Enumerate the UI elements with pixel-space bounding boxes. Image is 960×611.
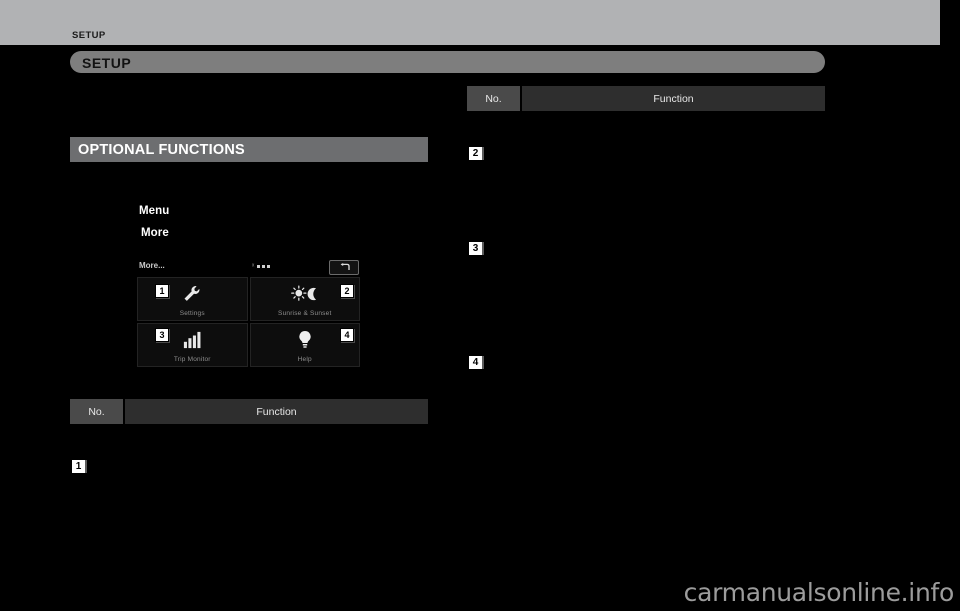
running-head-band: SETUP xyxy=(0,0,940,45)
figure-callout-4: 4 xyxy=(340,328,354,342)
sun-moon-icon xyxy=(290,281,320,307)
right-column: No. Function 2 3 4 xyxy=(467,85,825,585)
device-tile-grid: Settings Sunrise & Sunset Trip Monitor H… xyxy=(137,277,360,367)
section-heading-label: OPTIONAL FUNCTIONS xyxy=(78,142,245,158)
device-tile-label: Trip Monitor xyxy=(173,356,211,363)
bar-chart-icon xyxy=(182,327,202,353)
device-tile-settings[interactable]: Settings xyxy=(137,277,248,321)
device-screen-title: More... xyxy=(139,261,165,270)
left-table-header-function: Function xyxy=(125,399,428,424)
page-indicator: ˣ xyxy=(252,263,271,270)
chapter-title-pill: SETUP xyxy=(70,51,825,73)
right-table-header-no: No. xyxy=(467,86,520,111)
wrench-icon xyxy=(182,281,202,307)
right-table-row-number-4: 4 xyxy=(469,356,482,369)
right-table-row-number-2: 2 xyxy=(469,147,482,160)
page-indicator-dot xyxy=(262,265,266,268)
device-back-button[interactable] xyxy=(329,260,359,275)
lightbulb-icon xyxy=(297,327,313,353)
figure-callout-2: 2 xyxy=(340,284,354,298)
page-indicator-dot xyxy=(257,265,261,268)
device-screenshot-figure: More... ˣ Settings Sunrise & Sunset Trip… xyxy=(134,258,363,386)
running-head-label: SETUP xyxy=(72,30,106,41)
left-column: OPTIONAL FUNCTIONS Menu More More... ˣ S… xyxy=(70,85,428,585)
left-table-header-no: No. xyxy=(70,399,123,424)
site-watermark: carmanualsonline.info xyxy=(683,578,955,607)
right-table-header-function: Function xyxy=(522,86,825,111)
body-term-menu: Menu xyxy=(139,205,170,217)
body-term-more: More xyxy=(141,227,169,239)
page-indicator-dot xyxy=(267,265,271,268)
back-arrow-icon xyxy=(340,263,350,270)
device-tile-label: Sunrise & Sunset xyxy=(278,310,332,317)
figure-callout-3: 3 xyxy=(155,328,169,342)
device-tile-trip-monitor[interactable]: Trip Monitor xyxy=(137,323,248,367)
left-table-row-number-1: 1 xyxy=(72,460,85,473)
device-status-bar: More... ˣ xyxy=(134,258,363,276)
chapter-title-label: SETUP xyxy=(82,55,132,71)
device-tile-label: Help xyxy=(297,356,312,363)
figure-callout-1: 1 xyxy=(155,284,169,298)
section-heading-bar: OPTIONAL FUNCTIONS xyxy=(70,137,428,162)
right-table-header: No. Function xyxy=(467,86,825,111)
device-tile-label: Settings xyxy=(179,310,205,317)
left-table-header: No. Function xyxy=(70,399,428,424)
right-table-row-number-3: 3 xyxy=(469,242,482,255)
page-indicator-mark: ˣ xyxy=(252,263,255,270)
